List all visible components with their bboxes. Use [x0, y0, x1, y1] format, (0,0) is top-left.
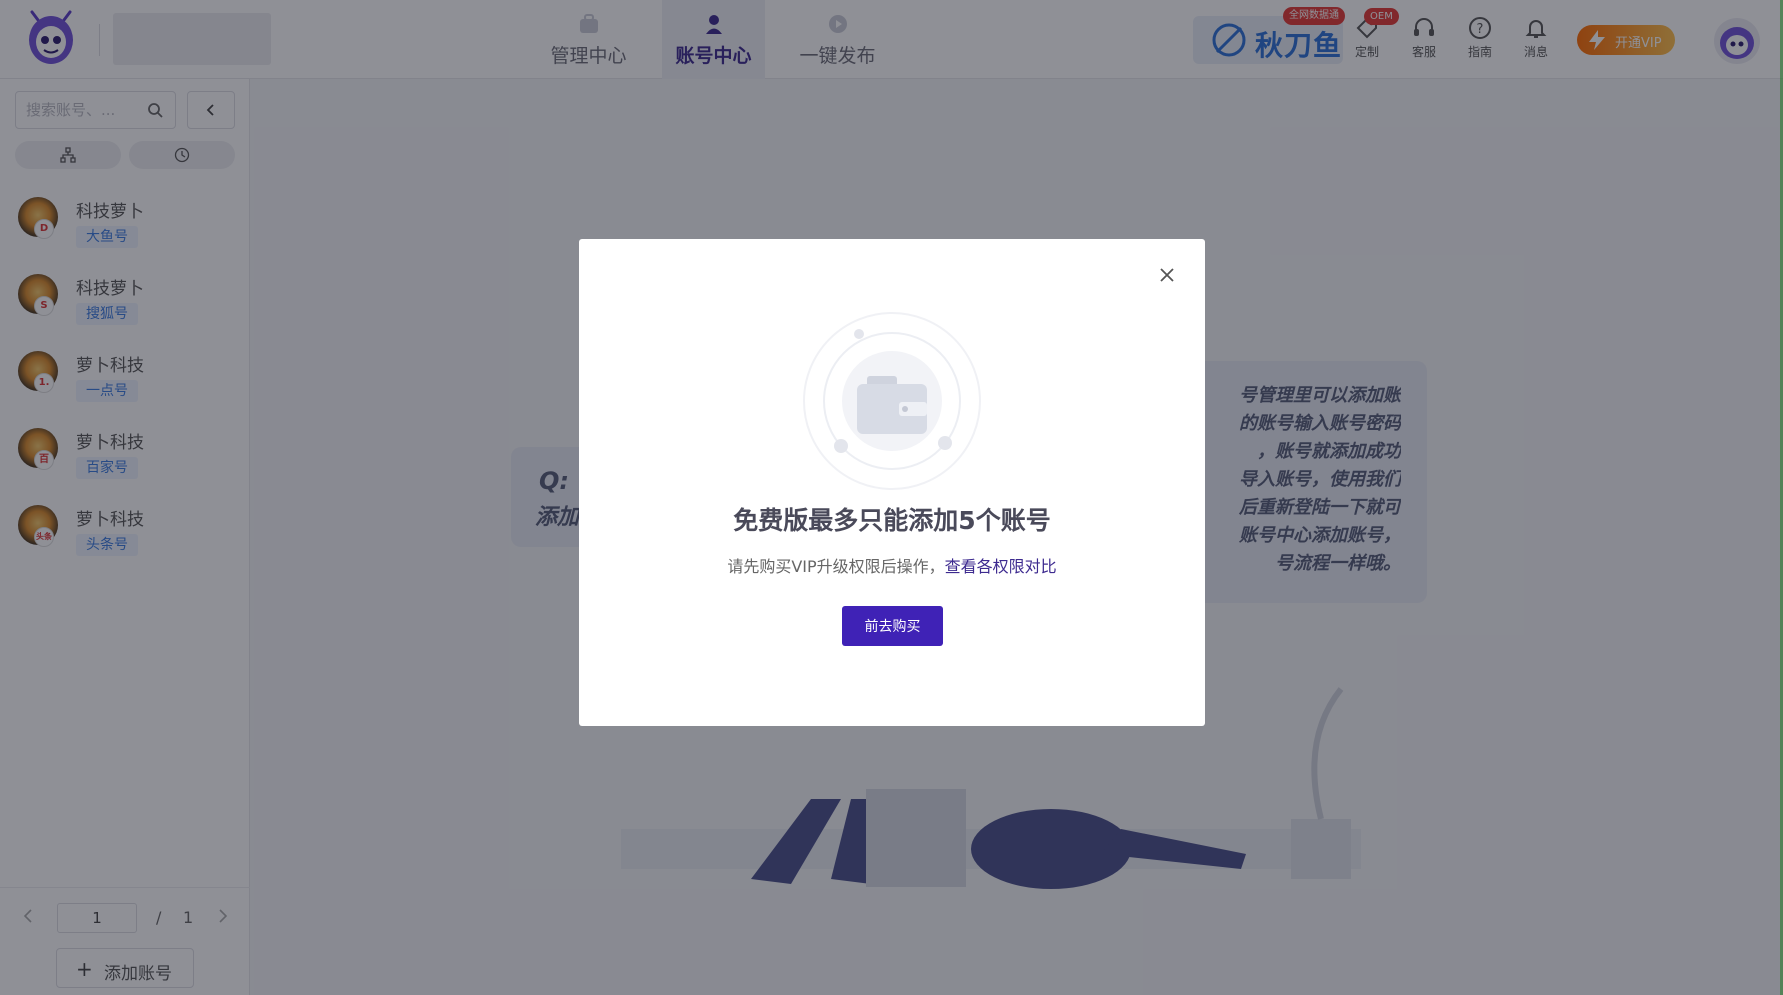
compare-permissions-link[interactable]: 查看各权限对比: [945, 557, 1057, 576]
upgrade-dialog: 免费版最多只能添加5个账号 请先购买VIP升级权限后操作，查看各权限对比 前去购…: [579, 239, 1205, 726]
dialog-description: 请先购买VIP升级权限后操作，查看各权限对比: [579, 553, 1205, 577]
close-icon[interactable]: [1155, 263, 1179, 287]
wallet-icon: [803, 312, 981, 490]
dialog-title: 免费版最多只能添加5个账号: [733, 506, 1051, 535]
dialog-description-text: 请先购买VIP升级权限后操作，: [727, 557, 945, 576]
buy-button[interactable]: 前去购买: [842, 606, 943, 646]
